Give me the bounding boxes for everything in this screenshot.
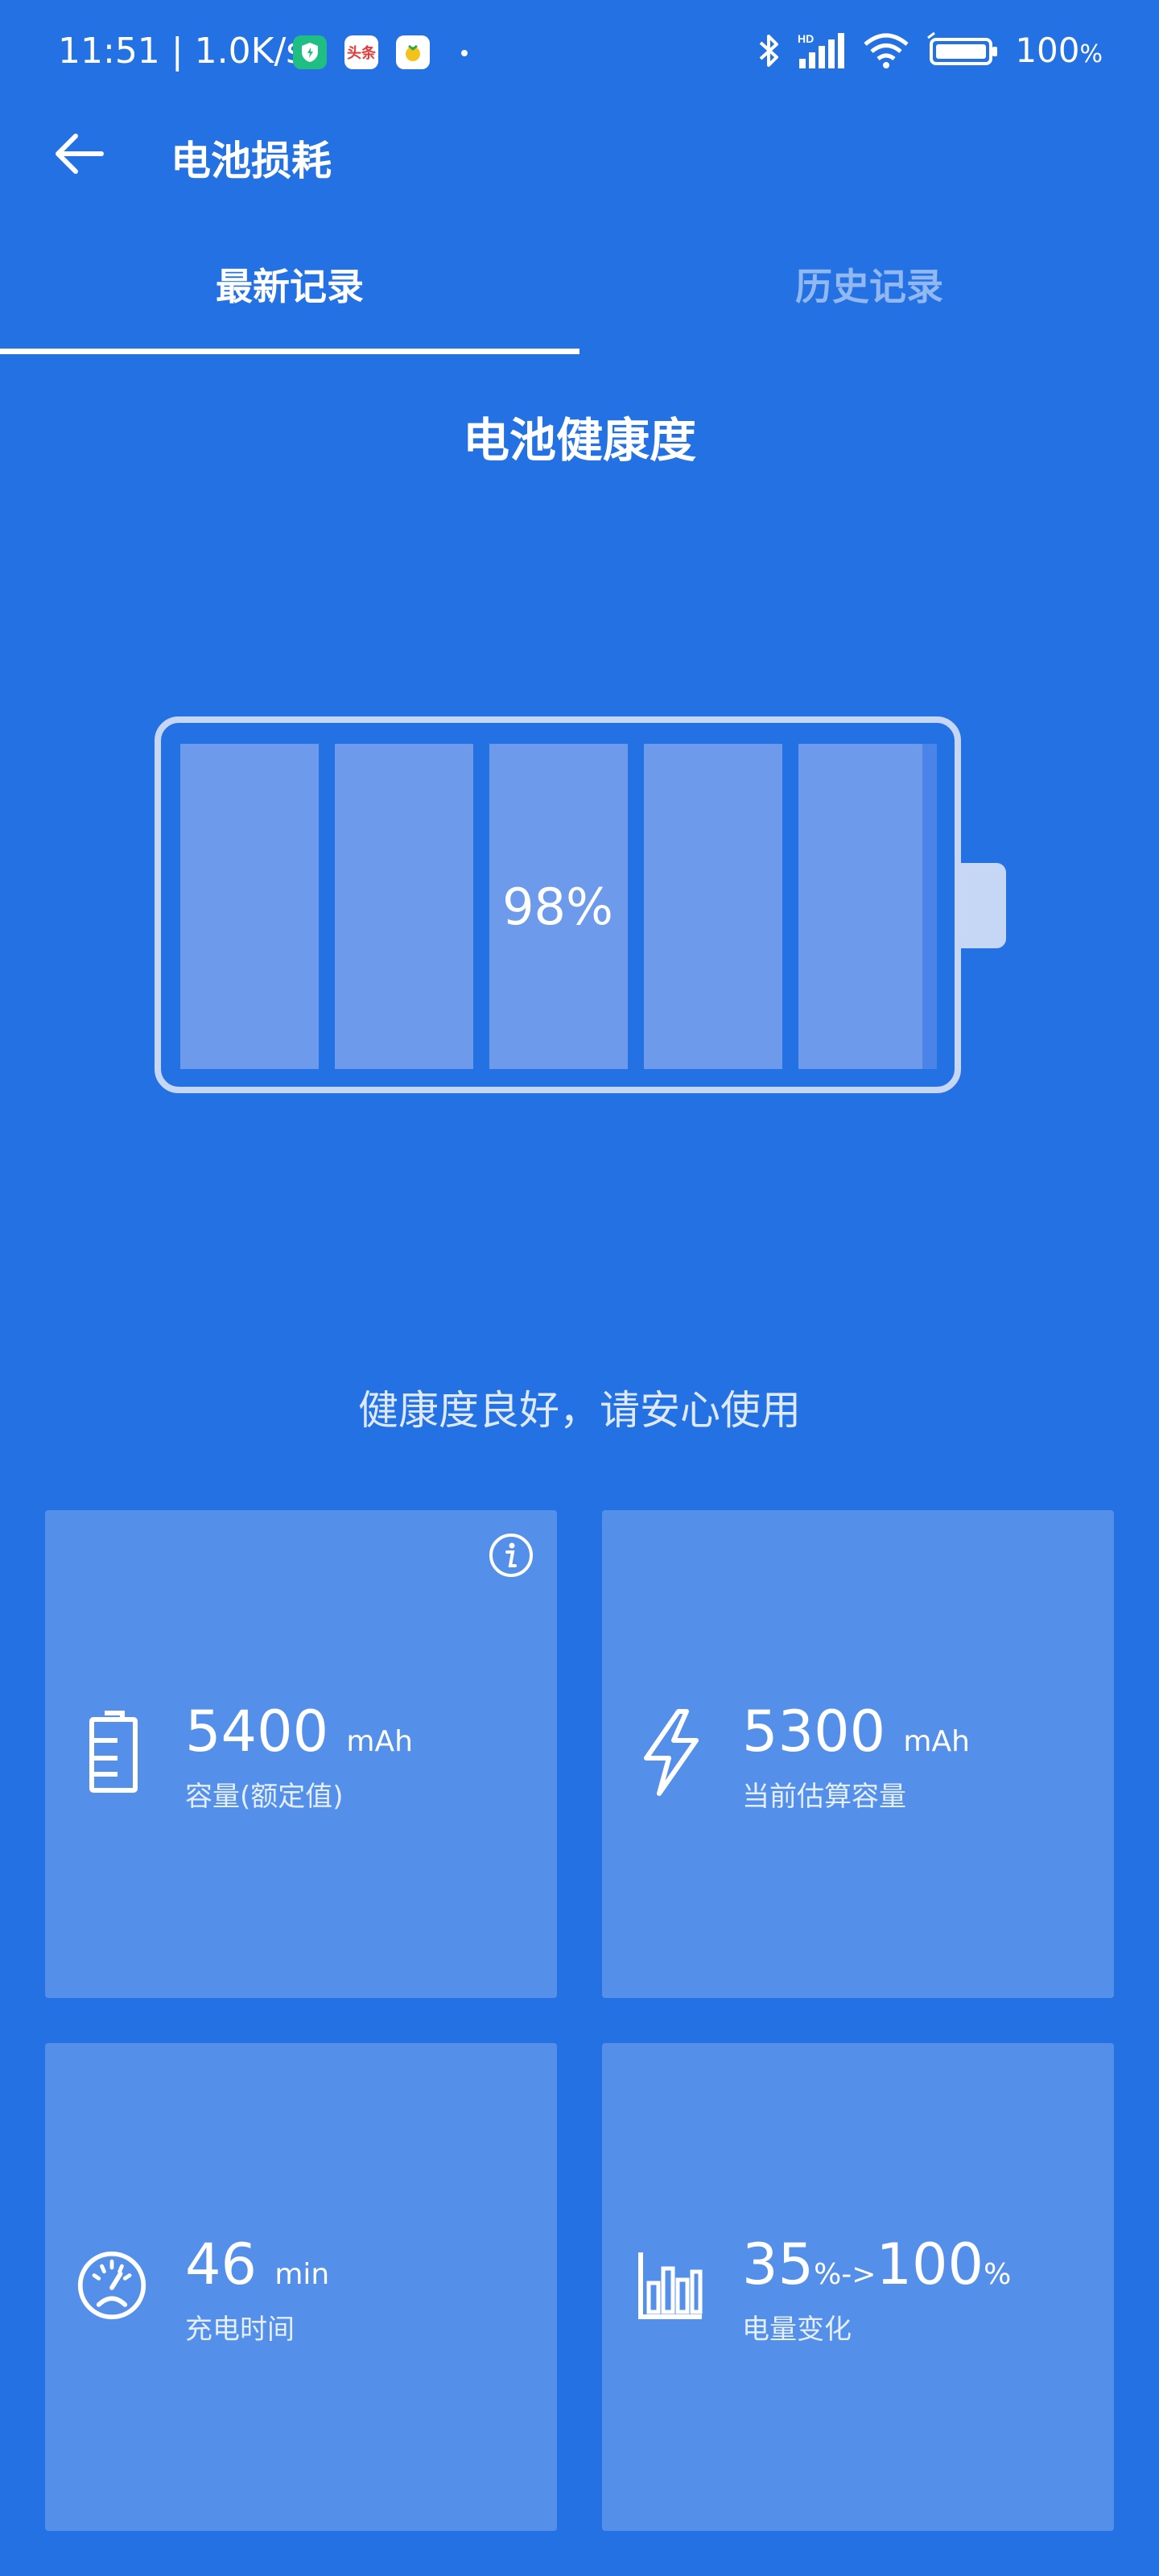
svg-text:HD: HD xyxy=(798,32,814,45)
health-status-message: 健康度良好，请安心使用 xyxy=(358,1387,801,1434)
lightning-icon xyxy=(634,1708,707,1797)
back-button[interactable] xyxy=(50,124,109,184)
charge-to-value: 100 xyxy=(876,2231,984,2297)
charging-time-value-row: 46 min xyxy=(185,2231,329,2297)
bluetooth-icon xyxy=(759,34,779,67)
signal-icon: HD xyxy=(798,32,845,68)
battery-level-text: 100% xyxy=(1015,31,1103,70)
network-speed: 1.0K/s xyxy=(194,31,305,72)
tab-indicator xyxy=(0,349,580,354)
info-icon xyxy=(489,1534,533,1577)
shield-app-icon xyxy=(293,35,327,69)
arrow-left-icon xyxy=(56,134,104,174)
battery-health-percent: 98% xyxy=(502,877,613,936)
charge-change-label: 电量变化 xyxy=(742,2314,852,2346)
estimated-capacity-value-row: 5300 mAh xyxy=(742,1699,970,1765)
status-bar: 11:51 | 1.0K/s 头条 HD 100% xyxy=(0,0,1159,105)
news-app-icon: 头条 xyxy=(344,35,378,69)
status-separator: | xyxy=(171,31,184,72)
info-button[interactable] xyxy=(488,1532,534,1579)
wifi-icon xyxy=(864,33,909,68)
status-right: HD 100% xyxy=(757,31,1103,70)
bar-chart-icon xyxy=(634,2241,707,2330)
capacity-rated-value-row: 5400 mAh xyxy=(185,1699,413,1765)
charging-time-value: 46 xyxy=(185,2231,258,2297)
estimated-capacity-value: 5300 xyxy=(742,1699,886,1765)
tab-latest-records[interactable]: 最新记录 xyxy=(0,258,580,346)
capacity-rated-label: 容量(额定值) xyxy=(185,1781,344,1813)
charging-time-unit: min xyxy=(274,2258,330,2291)
charge-from-unit: %-> xyxy=(814,2258,876,2291)
battery-health-title: 电池健康度 xyxy=(462,413,696,468)
estimated-capacity-label: 当前估算容量 xyxy=(742,1781,906,1813)
tab-history-records[interactable]: 历史记录 xyxy=(580,258,1159,346)
notification-dot xyxy=(461,50,468,56)
charge-change-value-row: 35%->100% xyxy=(742,2231,1011,2297)
estimated-capacity-unit: mAh xyxy=(903,1725,970,1758)
gauge-icon xyxy=(76,2241,148,2330)
charge-from-value: 35 xyxy=(742,2231,815,2297)
capacity-rated-unit: mAh xyxy=(346,1725,413,1758)
charge-to-unit: % xyxy=(984,2258,1012,2291)
charging-time-label: 充电时间 xyxy=(185,2314,295,2346)
battery-status-icon xyxy=(927,31,998,65)
battery-icon xyxy=(77,1708,150,1797)
pinduoduo-app-icon xyxy=(396,35,430,69)
capacity-rated-value: 5400 xyxy=(185,1699,329,1765)
status-left: 11:51 | 1.0K/s xyxy=(58,31,304,72)
battery-tip xyxy=(961,863,1006,948)
page-title: 电池损耗 xyxy=(171,138,332,184)
status-time: 11:51 xyxy=(58,31,160,72)
